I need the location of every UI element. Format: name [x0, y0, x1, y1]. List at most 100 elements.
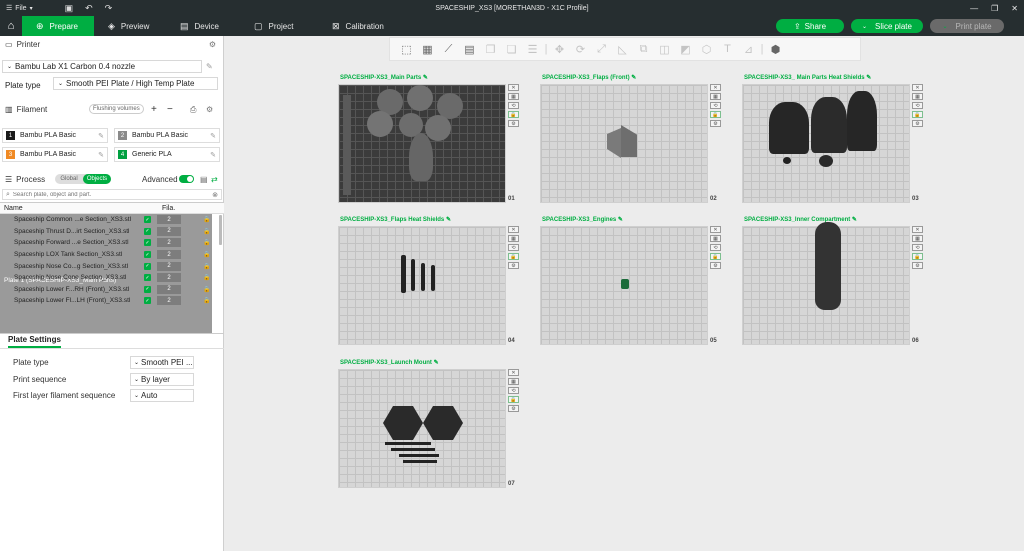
filament-slot-4[interactable]: 4 Generic PLA ✎: [114, 147, 220, 162]
lock-icon[interactable]: 🔒: [203, 239, 210, 246]
gear-icon[interactable]: ⚙: [209, 40, 216, 49]
edit-icon[interactable]: ✎: [423, 75, 428, 81]
lock-plate-icon[interactable]: 🔒: [508, 396, 519, 403]
edit-icon[interactable]: ✎: [618, 217, 623, 223]
model-part[interactable]: [423, 406, 463, 440]
plate-name[interactable]: SPACESHIP-XS3_Flaps Heat Shields ✎: [340, 216, 451, 223]
object-row[interactable]: Spaceship Thrust D...irt Section_XS3.stl…: [0, 226, 224, 238]
plate-5[interactable]: SPACESHIP-XS3_Engines ✎ 05 ✕ ▦ ⟲ 🔒 ⚙: [540, 217, 752, 350]
model-part[interactable]: [431, 265, 435, 291]
object-row[interactable]: Spaceship Lower Fl...LH (Front)_XS3.stl ✓…: [0, 295, 224, 307]
plate-4[interactable]: SPACESHIP-XS3_Flaps Heat Shields ✎ 04 ✕ ▦ ⟲ 🔒…: [338, 217, 550, 350]
seam-paint-icon[interactable]: ⬡: [696, 40, 717, 58]
filament-number-select[interactable]: 2: [157, 296, 181, 306]
visible-checkbox[interactable]: ✓: [144, 239, 151, 247]
visible-checkbox[interactable]: ✓: [144, 262, 151, 270]
lock-icon[interactable]: 🔒: [203, 297, 210, 304]
plate-7[interactable]: SPACESHIP-XS3_Launch Mount ✎ 07 ✕ ▦ ⟲ 🔒 ⚙: [338, 360, 550, 493]
build-plate[interactable]: [742, 222, 910, 345]
paste-icon[interactable]: ❏: [501, 40, 522, 58]
plate-settings-icon[interactable]: ⚙: [508, 120, 519, 127]
build-plate[interactable]: [338, 226, 506, 345]
plate-3[interactable]: SPACESHIP-XS3_ Main Parts Heat Shields ✎…: [742, 75, 954, 208]
add-plate-icon[interactable]: ▦: [417, 40, 438, 58]
arrange-plate-icon[interactable]: ▦: [710, 235, 721, 242]
delete-plate-icon[interactable]: ✕: [912, 84, 923, 91]
support-paint-icon[interactable]: ◩: [675, 40, 696, 58]
build-plate[interactable]: [540, 84, 708, 203]
plate-settings-icon[interactable]: ⚙: [912, 120, 923, 127]
lay-on-face-icon[interactable]: ◺: [612, 40, 633, 58]
objects-option[interactable]: Objects: [83, 174, 111, 184]
object-row[interactable]: Spaceship Common ...e Section_XS3.stl ✓ 2 🔒: [0, 214, 224, 226]
model-part[interactable]: [343, 95, 351, 195]
plate-1[interactable]: SPACESHIP-XS3_Main Parts ✎ 01 ✕ ▦ ⟲ 🔒 ⚙: [338, 75, 550, 208]
model-part[interactable]: [385, 442, 431, 445]
delete-plate-icon[interactable]: ✕: [710, 226, 721, 233]
tab-project[interactable]: ▢ Project: [240, 16, 318, 36]
add-object-icon[interactable]: ⬚: [396, 40, 417, 58]
share-button[interactable]: ⇪ Share: [776, 19, 844, 33]
model-part[interactable]: [783, 157, 791, 164]
close-icon[interactable]: ✕: [1011, 4, 1018, 13]
model-part[interactable]: [811, 97, 847, 153]
restore-icon[interactable]: ❐: [991, 4, 998, 13]
global-objects-toggle[interactable]: Global Objects: [55, 174, 111, 184]
orient-plate-icon[interactable]: ⟲: [912, 102, 923, 109]
plate-settings-icon[interactable]: ⚙: [912, 262, 923, 269]
plate-name[interactable]: SPACESHIP-XS3_ Main Parts Heat Shields ✎: [744, 74, 871, 81]
visible-checkbox[interactable]: ✓: [144, 297, 151, 305]
arrange-plate-icon[interactable]: ▦: [912, 93, 923, 100]
orient-plate-icon[interactable]: ⟲: [508, 102, 519, 109]
filament-slot-3[interactable]: 3 Bambu PLA Basic ✎: [2, 147, 108, 162]
scale-icon[interactable]: ⤢: [591, 40, 612, 58]
object-row[interactable]: Spaceship Nose Co...g Section_XS3.stl ✓ 2 🔒: [0, 260, 224, 272]
edit-icon[interactable]: ✎: [446, 217, 451, 223]
model-part[interactable]: [367, 111, 393, 137]
slice-plate-button[interactable]: ⌄ Slice plate: [851, 19, 923, 33]
visible-checkbox[interactable]: ✓: [144, 251, 151, 259]
filament-slot-1[interactable]: 1 Bambu PLA Basic ✎: [2, 128, 108, 143]
arrange-plate-icon[interactable]: ▦: [912, 235, 923, 242]
model-part[interactable]: [847, 91, 877, 151]
lock-icon[interactable]: 🔒: [203, 286, 210, 293]
orient-plate-icon[interactable]: ⟲: [912, 244, 923, 251]
boolean-icon[interactable]: ◫: [654, 40, 675, 58]
plate-settings-icon[interactable]: ⚙: [710, 120, 721, 127]
lock-icon[interactable]: 🔒: [203, 216, 210, 223]
filament-number-select[interactable]: 2: [157, 261, 181, 271]
lock-plate-icon[interactable]: 🔒: [710, 111, 721, 118]
variable-layer-icon[interactable]: ⬢: [765, 40, 786, 58]
filament-number-select[interactable]: 2: [157, 250, 181, 260]
plate-name[interactable]: SPACESHIP-XS3_Launch Mount ✎: [340, 359, 439, 366]
model-part[interactable]: [421, 263, 425, 291]
minimize-icon[interactable]: —: [970, 4, 978, 13]
lock-plate-icon[interactable]: 🔒: [508, 111, 519, 118]
orient-plate-icon[interactable]: ⟲: [710, 102, 721, 109]
arrange-plate-icon[interactable]: ▦: [508, 93, 519, 100]
model-part[interactable]: [425, 115, 451, 141]
filament-number-select[interactable]: 2: [157, 284, 181, 294]
delete-plate-icon[interactable]: ✕: [508, 84, 519, 91]
model-part[interactable]: [621, 279, 629, 289]
edit-icon[interactable]: ✎: [210, 132, 216, 140]
plate-6[interactable]: SPACESHIP-XS3_Inner Compartment ✎ 06 ✕ ▦ ⟲ 🔒 ⚙: [742, 217, 954, 350]
sync-icon[interactable]: ⎙: [190, 105, 196, 115]
model-part[interactable]: [621, 125, 637, 157]
arrange-plate-icon[interactable]: ▦: [710, 93, 721, 100]
search-input[interactable]: [12, 191, 203, 198]
plate-2[interactable]: SPACESHIP-XS3_Flaps (Front) ✎ 02 ✕ ▦ ⟲ 🔒 ⚙: [540, 75, 752, 208]
gear-icon[interactable]: ⚙: [206, 105, 213, 114]
visible-checkbox[interactable]: ✓: [144, 274, 151, 282]
build-plate[interactable]: [540, 226, 708, 345]
delete-plate-icon[interactable]: ✕: [912, 226, 923, 233]
delete-plate-icon[interactable]: ✕: [710, 84, 721, 91]
visible-checkbox[interactable]: ✓: [144, 285, 151, 293]
filament-number-select[interactable]: 2: [157, 215, 181, 225]
home-icon[interactable]: ⌂: [0, 16, 22, 36]
build-plate[interactable]: [338, 369, 506, 488]
plate-name[interactable]: SPACESHIP-XS3_Flaps (Front) ✎: [542, 74, 636, 81]
file-menu[interactable]: ☰ File ▾: [0, 4, 33, 13]
layers-icon[interactable]: ☰: [522, 40, 543, 58]
plate-name[interactable]: SPACESHIP-XS3_Inner Compartment ✎: [744, 216, 857, 223]
